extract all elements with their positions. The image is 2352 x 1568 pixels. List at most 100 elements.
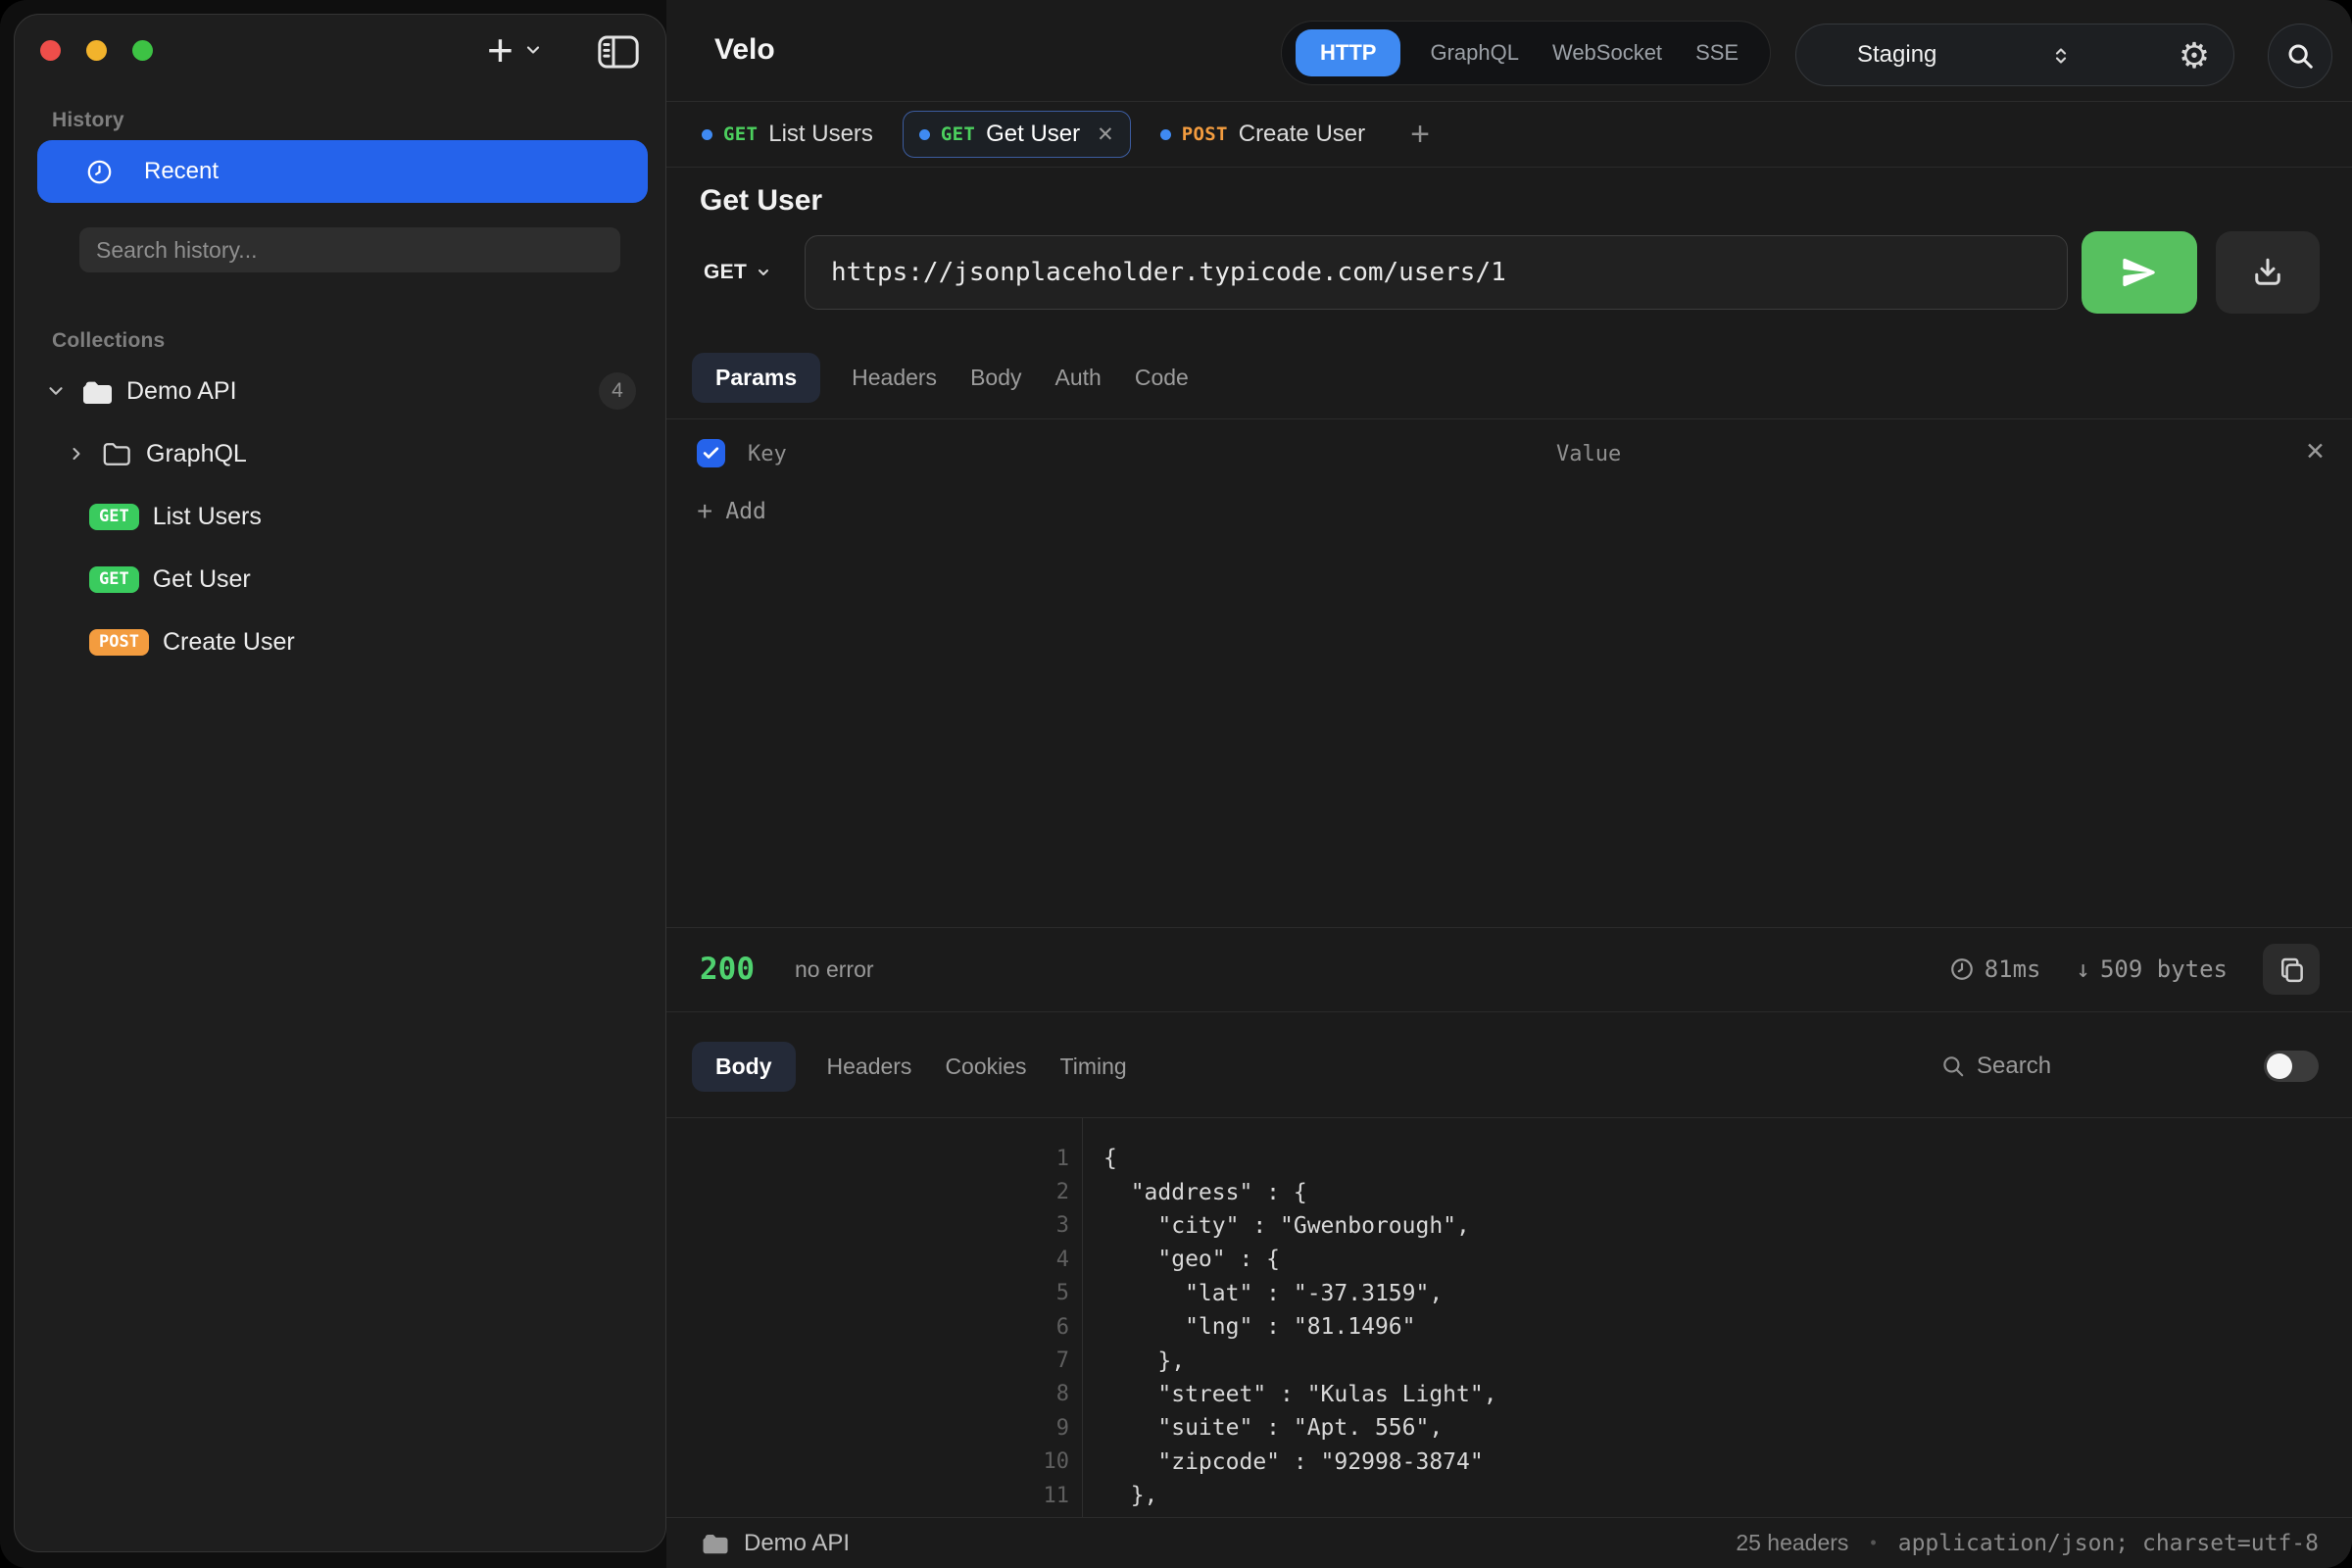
code-line: 5 "lat" : "-37.3159", <box>666 1277 2352 1310</box>
code-line: 3 "city" : "Gwenborough", <box>666 1209 2352 1243</box>
remove-param-icon[interactable]: ✕ <box>2305 437 2326 466</box>
collection-count-badge: 4 <box>599 372 636 410</box>
environment-name: Staging <box>1857 41 1936 69</box>
collection-name: Demo API <box>126 377 237 406</box>
request-name: Create User <box>163 628 295 657</box>
history-search-input[interactable] <box>79 227 620 272</box>
clock-icon <box>86 159 113 185</box>
collections-label: Collections <box>52 329 165 353</box>
param-enabled-checkbox[interactable] <box>697 439 725 467</box>
main-panel: Velo HTTP GraphQL WebSocket SSE Staging … <box>666 0 2352 1568</box>
protocol-tab-websocket[interactable]: WebSocket <box>1548 40 1666 66</box>
method-dropdown[interactable]: GET <box>704 249 771 296</box>
response-tools: Search <box>1940 1015 2352 1117</box>
request-title: Get User <box>700 184 822 218</box>
tab-get-user-active[interactable]: GET Get User ✕ <box>903 111 1131 158</box>
new-tab-button[interactable]: + <box>1410 118 1430 151</box>
unsaved-dot-icon <box>1160 129 1171 140</box>
gear-icon: ⚙ <box>2179 38 2210 74</box>
content-type: application/json; charset=utf-8 <box>1898 1531 2319 1556</box>
tab-params[interactable]: Params <box>692 353 820 403</box>
pretty-print-toggle[interactable] <box>2264 1051 2319 1082</box>
code-line: 2 "address" : { <box>666 1175 2352 1208</box>
request-tabstrip: GET List Users GET Get User ✕ POST Creat… <box>666 102 2352 167</box>
tab-response-cookies[interactable]: Cookies <box>943 1042 1028 1092</box>
line-code: { <box>1069 1146 1117 1171</box>
line-number: 1 <box>666 1147 1069 1171</box>
environment-selector[interactable]: Staging ⚙ <box>1795 24 2234 86</box>
tab-headers[interactable]: Headers <box>850 353 939 403</box>
response-search-button[interactable]: Search <box>1940 1053 2051 1080</box>
history-label: History <box>52 109 124 132</box>
tab-body[interactable]: Body <box>968 353 1023 403</box>
url-input[interactable] <box>805 235 2068 310</box>
chevron-down-icon <box>523 40 543 60</box>
collection-row-demo-api[interactable]: Demo API 4 <box>15 364 667 418</box>
code-line: 6 "lng" : "81.1496" <box>666 1310 2352 1344</box>
tab-code[interactable]: Code <box>1133 353 1191 403</box>
tab-title: List Users <box>768 121 873 148</box>
protocol-tab-graphql[interactable]: GraphQL <box>1426 40 1523 66</box>
dot-separator-icon: • <box>1870 1533 1876 1553</box>
request-row-create-user[interactable]: POST Create User <box>15 614 667 669</box>
line-code: "address" : { <box>1069 1180 1307 1205</box>
line-code: "lat" : "-37.3159", <box>1069 1281 1443 1306</box>
tab-method: POST <box>1182 123 1228 145</box>
line-code: "lng" : "81.1496" <box>1069 1314 1416 1340</box>
tab-response-timing[interactable]: Timing <box>1058 1042 1129 1092</box>
request-row-list-users[interactable]: GET List Users <box>15 489 667 544</box>
chevron-down-icon <box>756 265 771 280</box>
tab-response-headers[interactable]: Headers <box>825 1042 914 1092</box>
tab-auth[interactable]: Auth <box>1054 353 1103 403</box>
close-window-button[interactable] <box>40 40 61 61</box>
zoom-window-button[interactable] <box>132 40 153 61</box>
minimize-window-button[interactable] <box>86 40 107 61</box>
method-badge-get: GET <box>89 504 139 530</box>
settings-button[interactable]: ⚙ <box>2171 32 2218 79</box>
add-label: Add <box>725 499 766 524</box>
search-icon <box>2285 41 2315 71</box>
response-time: 81ms <box>1949 956 2041 983</box>
statusbar-right: 25 headers • application/json; charset=u… <box>1736 1530 2319 1556</box>
sidebar-toggle-button[interactable] <box>595 30 642 74</box>
close-tab-icon[interactable]: ✕ <box>1097 122 1114 147</box>
send-request-button[interactable] <box>2082 231 2197 314</box>
search-label: Search <box>1977 1053 2051 1080</box>
protocol-switcher: HTTP GraphQL WebSocket SSE <box>1281 21 1771 85</box>
tab-response-body[interactable]: Body <box>692 1042 796 1092</box>
tabstrip-divider <box>666 167 2352 168</box>
line-number: 2 <box>666 1180 1069 1204</box>
line-number: 3 <box>666 1213 1069 1238</box>
request-row-get-user[interactable]: GET Get User <box>15 552 667 607</box>
code-line: 7 }, <box>666 1344 2352 1377</box>
code-line: 1{ <box>666 1142 2352 1175</box>
line-code: "geo" : { <box>1069 1247 1280 1272</box>
add-param-button[interactable]: + Add <box>697 490 766 533</box>
statusbar-collection-name: Demo API <box>744 1530 850 1557</box>
copy-response-button[interactable] <box>2263 944 2320 995</box>
statusbar: Demo API 25 headers • application/json; … <box>666 1518 2352 1568</box>
line-number: 6 <box>666 1315 1069 1340</box>
param-key-input[interactable] <box>748 431 1473 476</box>
response-body-editor[interactable]: 1{ 2 "address" : { 3 "city" : "Gwenborou… <box>666 1118 2352 1517</box>
download-response-button[interactable] <box>2216 231 2320 314</box>
new-request-button[interactable]: + <box>487 21 543 79</box>
line-code: }, <box>1069 1483 1157 1508</box>
code-line: 4 "geo" : { <box>666 1243 2352 1276</box>
sidebar: + History Recent Collections Demo <box>14 14 666 1552</box>
request-name: List Users <box>153 503 262 531</box>
line-code: "suite" : "Apt. 556", <box>1069 1415 1443 1441</box>
protocol-tab-http[interactable]: HTTP <box>1296 29 1400 76</box>
line-number: 5 <box>666 1281 1069 1305</box>
status-text: no error <box>795 956 874 983</box>
param-value-input[interactable] <box>1556 431 2242 476</box>
request-section-tabs: Params Headers Body Auth Code <box>666 338 2352 416</box>
recent-history-button[interactable]: Recent <box>37 140 648 203</box>
folder-icon <box>81 377 114 406</box>
global-search-button[interactable] <box>2268 24 2332 88</box>
tab-create-user[interactable]: POST Create User <box>1158 112 1367 157</box>
protocol-tab-sse[interactable]: SSE <box>1691 40 1742 66</box>
folder-row-graphql[interactable]: GraphQL <box>15 426 667 481</box>
line-number: 11 <box>666 1484 1069 1508</box>
tab-list-users[interactable]: GET List Users <box>700 112 875 157</box>
